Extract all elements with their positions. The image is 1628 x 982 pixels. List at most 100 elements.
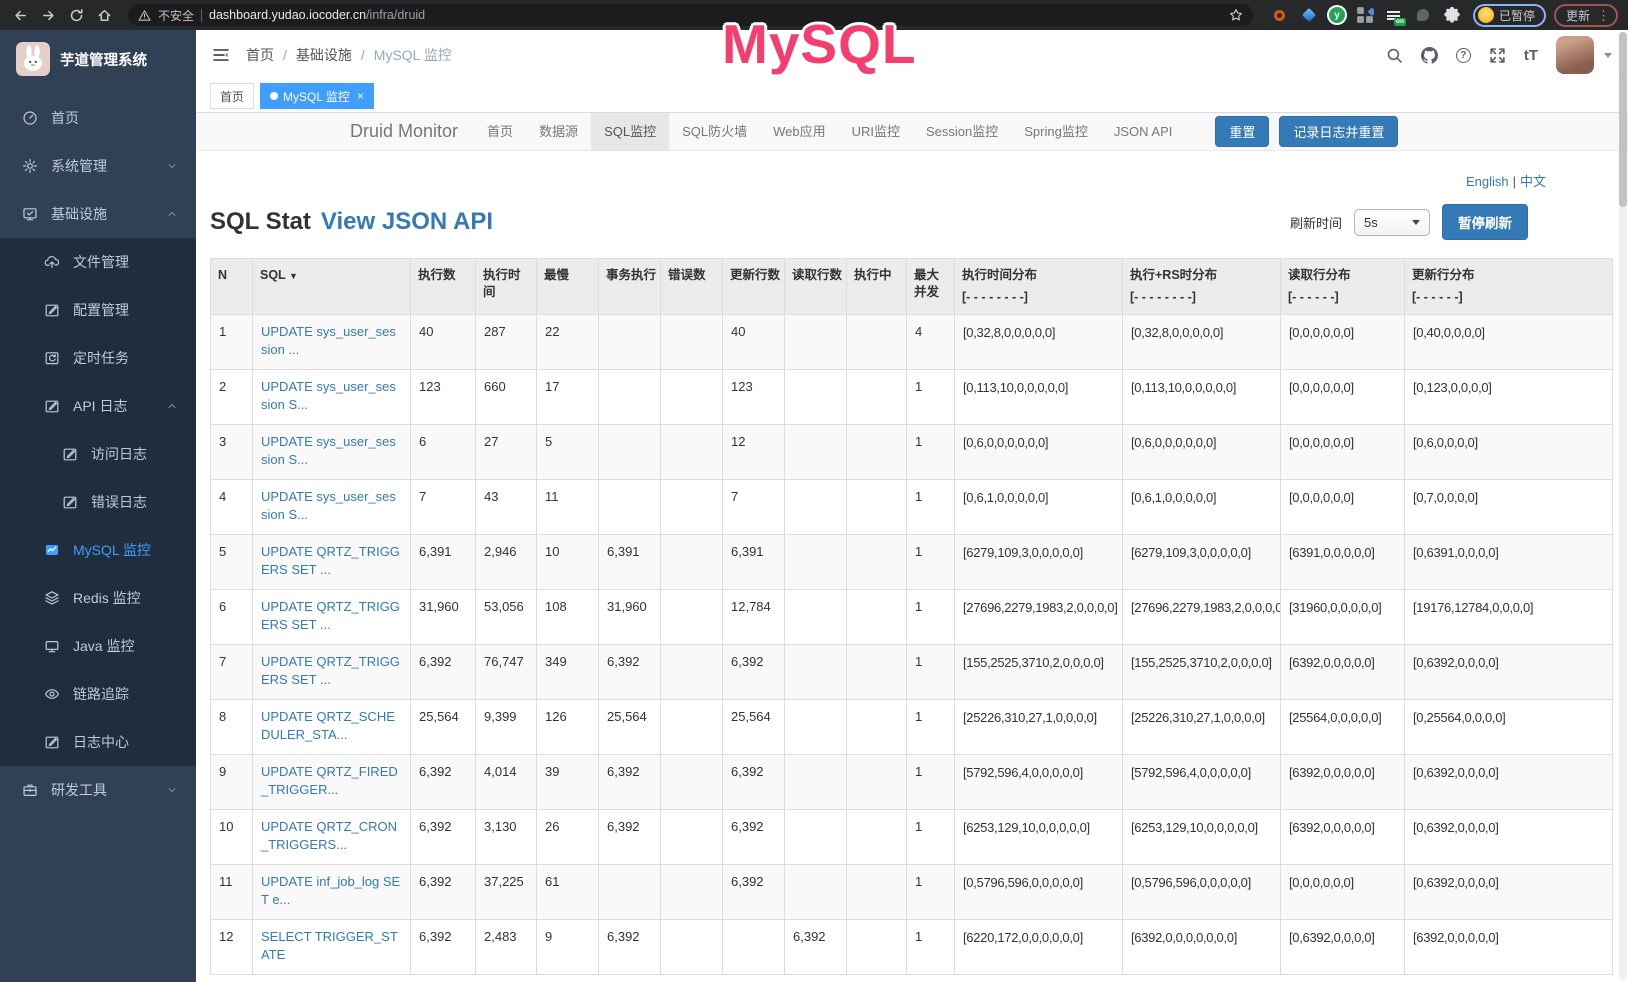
sidebar-item-trace[interactable]: 链路追踪 [0,670,196,718]
column-header[interactable]: SQL ▼ [253,259,411,315]
forward-icon[interactable] [38,5,58,25]
sql-detail-link[interactable]: SELECT TRIGGER_STATE [261,929,398,962]
sidebar-item-mysql-monitor[interactable]: MySQL 监控 [0,526,196,574]
sidebar-item-api-logs[interactable]: API 日志 [0,382,196,430]
sidebar-item-dev-tools[interactable]: 研发工具 [0,766,196,814]
cell-value: 40 [411,315,476,370]
home-icon[interactable] [94,5,114,25]
sql-detail-link[interactable]: UPDATE QRTZ_TRIGGERS SET ... [261,599,400,632]
orange-circle-extension-icon[interactable] [1271,6,1289,24]
user-menu-caret-icon[interactable] [1604,53,1612,58]
cell-value: 6,392 [411,920,476,975]
browser-update-button[interactable]: 更新 ⋮ [1554,4,1618,27]
hamburger-icon[interactable] [212,46,230,64]
sql-detail-link[interactable]: UPDATE QRTZ_TRIGGERS SET ... [261,654,400,687]
column-header[interactable]: 执行时间 [476,259,537,315]
column-header[interactable]: 执行中 [847,259,907,315]
puzzle-extension-icon[interactable] [1443,6,1461,24]
back-icon[interactable] [10,5,30,25]
reload-icon[interactable] [66,5,86,25]
sidebar-item-system-management[interactable]: 系统管理 [0,142,196,190]
sidebar-item-home[interactable]: 首页 [0,94,196,142]
user-avatar[interactable] [1556,36,1594,74]
lang-chinese-link[interactable]: 中文 [1520,174,1546,189]
column-header[interactable]: 最大并发 [907,259,955,315]
browser-profile-chip[interactable]: 已暂停 [1473,4,1546,27]
grid-extension-icon[interactable] [1356,6,1374,24]
druid-nav-SQL监控[interactable]: SQL监控 [591,113,669,151]
address-bar[interactable]: 不安全 dashboard.yudao.iocoder.cn/infra/dru… [128,4,1253,26]
column-header[interactable]: 更新行数 [723,259,785,315]
sql-detail-link[interactable]: UPDATE sys_user_session S... [261,379,396,412]
sql-detail-link[interactable]: UPDATE QRTZ_CRON_TRIGGERS... [261,819,397,852]
column-header[interactable]: 执行数 [411,259,476,315]
sql-detail-link[interactable]: UPDATE QRTZ_SCHEDULER_STA... [261,709,395,742]
pause-refresh-button[interactable]: 暂停刷新 [1442,204,1528,240]
blue-gem-extension-icon[interactable] [1300,6,1318,24]
column-header[interactable]: 更新行分布[- - - - - -] [1405,259,1613,315]
cell-value [785,590,847,645]
sidebar-item-scheduled-tasks[interactable]: 定时任务 [0,334,196,382]
sidebar-item-redis-monitor[interactable]: Redis 监控 [0,574,196,622]
reset-button[interactable]: 重置 [1215,116,1269,147]
cell-distribution: [0,32,8,0,0,0,0,0] [955,315,1123,370]
sql-detail-link[interactable]: UPDATE QRTZ_TRIGGERS SET ... [261,544,400,577]
search-icon[interactable] [1386,47,1403,64]
list-on-extension-icon[interactable]: on [1385,6,1403,24]
fullscreen-icon[interactable] [1489,47,1506,64]
column-header[interactable]: 读取行分布[- - - - - -] [1281,259,1405,315]
sql-detail-link[interactable]: UPDATE sys_user_session S... [261,489,396,522]
sidebar-item-access-logs[interactable]: 访问日志 [0,430,196,478]
druid-nav-Spring监控[interactable]: Spring监控 [1011,113,1101,151]
log-and-reset-button[interactable]: 记录日志并重置 [1279,116,1398,147]
column-header[interactable]: 读取行数 [785,259,847,315]
browser-menu-icon[interactable]: ⋮ [1597,9,1610,22]
druid-nav-Web应用[interactable]: Web应用 [760,113,839,151]
druid-brand[interactable]: Druid Monitor [342,121,474,142]
breadcrumb-item[interactable]: 基础设施 [296,45,352,65]
sidebar-item-config-management[interactable]: 配置管理 [0,286,196,334]
omnibox-divider [201,9,202,22]
druid-nav-JSON API[interactable]: JSON API [1101,113,1186,151]
sql-detail-link[interactable]: UPDATE QRTZ_FIRED_TRIGGER... [261,764,398,797]
breadcrumb-item[interactable]: 首页 [246,45,274,65]
bookmark-star-icon[interactable] [1229,8,1243,22]
sidebar-item-log-center[interactable]: 日志中心 [0,718,196,766]
cell-value [661,755,723,810]
column-header[interactable]: 错误数 [661,259,723,315]
github-icon[interactable] [1421,47,1438,64]
sidebar-item-infrastructure[interactable]: 基础设施 [0,190,196,238]
druid-nav-URI监控[interactable]: URI监控 [839,113,913,151]
druid-nav-SQL防火墙[interactable]: SQL防火墙 [669,113,760,151]
tag-active[interactable]: MySQL 监控× [260,83,374,109]
sql-detail-link[interactable]: UPDATE inf_job_log SET e... [261,874,400,907]
sidebar-item-java-monitor[interactable]: Java 监控 [0,622,196,670]
green-y-extension-icon[interactable]: y [1329,7,1345,23]
sidebar-item-error-logs[interactable]: 错误日志 [0,478,196,526]
column-header[interactable]: 最慢 [537,259,599,315]
cell-row-number: 1 [211,315,253,370]
page-scrollbar[interactable] [1619,32,1627,980]
column-header[interactable]: 执行时间分布[- - - - - - - -] [955,259,1123,315]
help-icon[interactable]: ? [1456,48,1471,63]
column-header[interactable]: 事务执行 [599,259,661,315]
druid-nav-首页[interactable]: 首页 [474,113,526,151]
sql-detail-link[interactable]: UPDATE sys_user_session ... [261,324,396,357]
druid-nav-Session监控[interactable]: Session监控 [913,113,1011,151]
scrollbar-thumb[interactable] [1619,32,1627,207]
leaf-extension-icon[interactable] [1414,6,1432,24]
cell-value: 40 [723,315,785,370]
tag-close-icon[interactable]: × [357,89,364,103]
font-size-icon[interactable]: tT [1524,47,1538,64]
cell-distribution: [5792,596,4,0,0,0,0,0] [1123,755,1281,810]
lang-english-link[interactable]: English [1466,174,1509,189]
sql-detail-link[interactable]: UPDATE sys_user_session S... [261,434,396,467]
cell-value [661,315,723,370]
sidebar-item-file-management[interactable]: 文件管理 [0,238,196,286]
refresh-interval-select[interactable]: 5s [1354,209,1430,236]
tag-item[interactable]: 首页 [210,83,254,109]
column-header[interactable]: N [211,259,253,315]
druid-nav-数据源[interactable]: 数据源 [526,113,591,151]
column-header[interactable]: 执行+RS时分布[- - - - - - - -] [1123,259,1281,315]
view-json-api-link[interactable]: View JSON API [321,208,493,236]
